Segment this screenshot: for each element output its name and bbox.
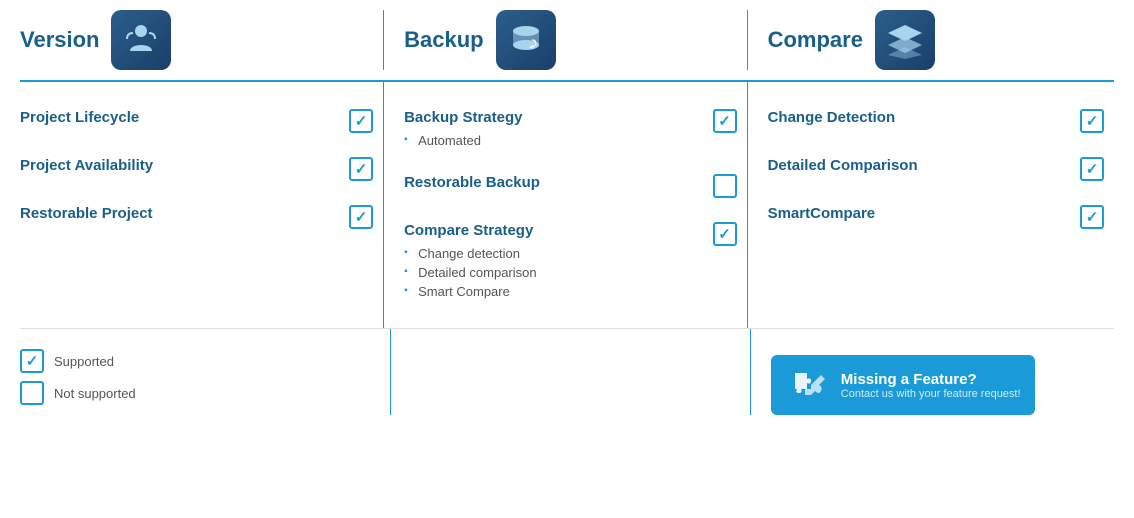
smart-compare-label: SmartCompare <box>768 205 1064 222</box>
compare-column-header: Compare <box>747 10 1114 70</box>
detailed-comparison-label: Detailed Comparison <box>768 157 1064 174</box>
project-availability-label: Project Availability <box>20 157 333 174</box>
smart-compare-checkbox <box>1080 205 1104 229</box>
feature-smart-compare: SmartCompare <box>768 193 1104 241</box>
restorable-backup-checkbox <box>713 174 737 198</box>
backup-strategy-label: Backup Strategy <box>404 109 522 126</box>
feature-compare-strategy: Compare Strategy Change detection Detail… <box>404 210 737 313</box>
project-availability-checkbox <box>349 157 373 181</box>
backup-icon <box>496 10 556 70</box>
legend-supported: Supported <box>20 349 390 373</box>
restorable-project-checkbox <box>349 205 373 229</box>
project-lifecycle-label: Project Lifecycle <box>20 109 333 126</box>
compare-strategy-sub: Change detection Detailed comparison Sma… <box>404 244 697 301</box>
compare-strategy-item-1: Detailed comparison <box>404 263 697 282</box>
backup-header-title: Backup <box>404 27 483 53</box>
bottom-backup-col <box>390 329 750 415</box>
legend-supported-label: Supported <box>54 354 114 369</box>
feature-project-availability: Project Availability <box>20 145 373 193</box>
header-row: Version Backup <box>20 10 1114 82</box>
backup-strategy-item-0: Automated <box>404 131 697 150</box>
compare-features-col: Change Detection Detailed Comparison Sma… <box>747 82 1114 328</box>
legend-not-supported-checkbox <box>20 381 44 405</box>
compare-strategy-item-2: Smart Compare <box>404 282 697 301</box>
detailed-comparison-checkbox <box>1080 157 1104 181</box>
restorable-backup-label: Restorable Backup <box>404 174 697 191</box>
version-features-col: Project Lifecycle Project Availability R… <box>20 82 383 328</box>
missing-feature-title: Missing a Feature? <box>841 371 1021 388</box>
bottom-compare-col: Missing a Feature? Contact us with your … <box>750 329 1114 415</box>
missing-feature-icon <box>785 363 829 407</box>
feature-restorable-backup: Restorable Backup <box>404 162 737 210</box>
compare-icon <box>875 10 935 70</box>
legend-area: Supported Not supported <box>20 329 390 415</box>
backup-column-header: Backup <box>383 10 746 70</box>
feature-change-detection: Change Detection <box>768 97 1104 145</box>
project-lifecycle-checkbox <box>349 109 373 133</box>
bottom-section: Supported Not supported <box>20 329 1114 415</box>
compare-strategy-checkbox <box>713 222 737 246</box>
feature-backup-strategy: Backup Strategy Automated <box>404 97 737 162</box>
compare-header-title: Compare <box>768 27 863 53</box>
content-area: Project Lifecycle Project Availability R… <box>20 82 1114 329</box>
version-icon <box>111 10 171 70</box>
version-column-header: Version <box>20 10 383 70</box>
change-detection-checkbox <box>1080 109 1104 133</box>
main-container: Version Backup <box>0 0 1134 425</box>
missing-feature-banner[interactable]: Missing a Feature? Contact us with your … <box>771 355 1035 415</box>
version-header-title: Version <box>20 27 99 53</box>
backup-features-col: Backup Strategy Automated Restorable Bac… <box>383 82 747 328</box>
feature-restorable-project: Restorable Project <box>20 193 373 241</box>
feature-detailed-comparison: Detailed Comparison <box>768 145 1104 193</box>
missing-feature-text: Missing a Feature? Contact us with your … <box>841 371 1021 400</box>
missing-feature-subtitle: Contact us with your feature request! <box>841 388 1021 400</box>
legend-not-supported-label: Not supported <box>54 386 136 401</box>
legend-supported-checkbox <box>20 349 44 373</box>
legend-not-supported: Not supported <box>20 381 390 405</box>
backup-strategy-sub: Automated <box>404 131 697 150</box>
compare-strategy-item-0: Change detection <box>404 244 697 263</box>
compare-strategy-label: Compare Strategy <box>404 222 533 239</box>
restorable-project-label: Restorable Project <box>20 205 333 222</box>
backup-strategy-checkbox <box>713 109 737 133</box>
feature-project-lifecycle: Project Lifecycle <box>20 97 373 145</box>
change-detection-label: Change Detection <box>768 109 1064 126</box>
